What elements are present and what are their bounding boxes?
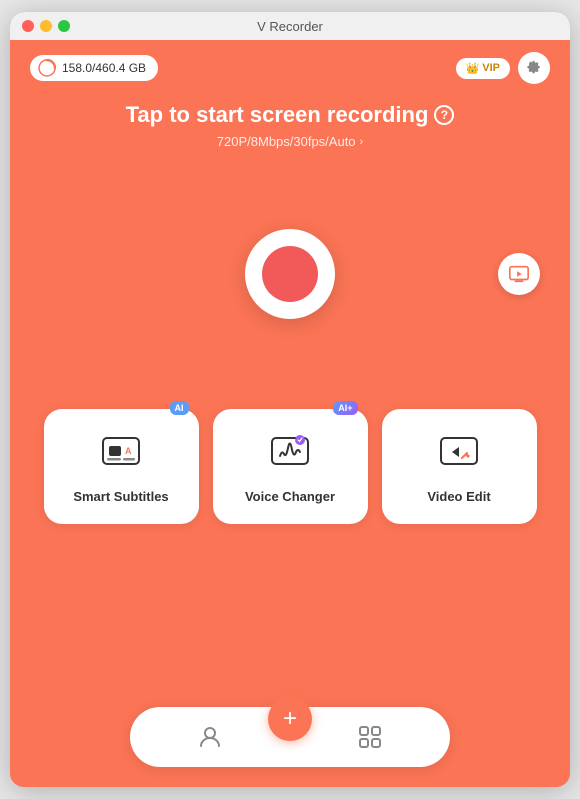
record-button[interactable]	[245, 229, 335, 319]
smart-subtitles-icon: A	[99, 430, 143, 479]
record-area	[30, 229, 550, 319]
ai-badge-subtitles: AI	[170, 401, 189, 415]
bottom-nav: +	[130, 707, 450, 767]
window-title: V Recorder	[257, 19, 323, 34]
maximize-button[interactable]	[58, 20, 70, 32]
help-icon[interactable]: ?	[434, 105, 454, 125]
svg-text:A: A	[125, 446, 132, 456]
storage-badge: 158.0/460.4 GB	[30, 55, 158, 81]
voice-changer-icon	[268, 430, 312, 479]
side-recording-button[interactable]	[498, 253, 540, 295]
video-edit-card[interactable]: Video Edit	[382, 409, 537, 524]
voice-changer-card[interactable]: AI+ Voice Changer	[213, 409, 368, 524]
profile-icon	[197, 724, 223, 750]
apps-icon	[357, 724, 383, 750]
gear-icon	[525, 59, 543, 77]
feature-cards: AI A Smart Subtitles AI+	[44, 409, 537, 524]
top-bar: 158.0/460.4 GB 👑 VIP	[30, 40, 550, 84]
ai-badge-voice: AI+	[333, 401, 357, 415]
profile-nav-item[interactable]	[177, 724, 243, 750]
close-button[interactable]	[22, 20, 34, 32]
storage-text: 158.0/460.4 GB	[62, 61, 146, 75]
voice-changer-label: Voice Changer	[245, 489, 335, 504]
video-edit-icon	[437, 430, 481, 479]
app-window: V Recorder 158.0/460.4 GB 👑 VIP	[10, 12, 570, 787]
smart-subtitles-card[interactable]: AI A Smart Subtitles	[44, 409, 199, 524]
app-body: 158.0/460.4 GB 👑 VIP Tap to start screen…	[10, 40, 570, 787]
chevron-right-icon: ›	[360, 136, 364, 148]
video-edit-label: Video Edit	[427, 489, 490, 504]
top-right-controls: 👑 VIP	[456, 52, 550, 84]
vip-badge[interactable]: 👑 VIP	[456, 58, 510, 79]
smart-subtitles-label: Smart Subtitles	[73, 489, 168, 504]
bottom-nav-content: +	[130, 707, 450, 767]
crown-icon: 👑	[466, 62, 480, 75]
window-controls	[22, 20, 70, 32]
minimize-button[interactable]	[40, 20, 52, 32]
vip-label: VIP	[482, 62, 500, 74]
settings-button[interactable]	[518, 52, 550, 84]
hero-title: Tap to start screen recording ?	[126, 102, 455, 128]
hero-subtitle[interactable]: 720P/8Mbps/30fps/Auto ›	[126, 134, 455, 149]
title-bar: V Recorder	[10, 12, 570, 40]
hero-section: Tap to start screen recording ? 720P/8Mb…	[126, 102, 455, 149]
apps-nav-item[interactable]	[337, 724, 403, 750]
record-dot	[262, 246, 318, 302]
storage-icon	[38, 59, 56, 77]
screen-record-icon	[508, 263, 530, 285]
plus-icon: +	[283, 707, 297, 731]
add-button[interactable]: +	[268, 697, 312, 741]
